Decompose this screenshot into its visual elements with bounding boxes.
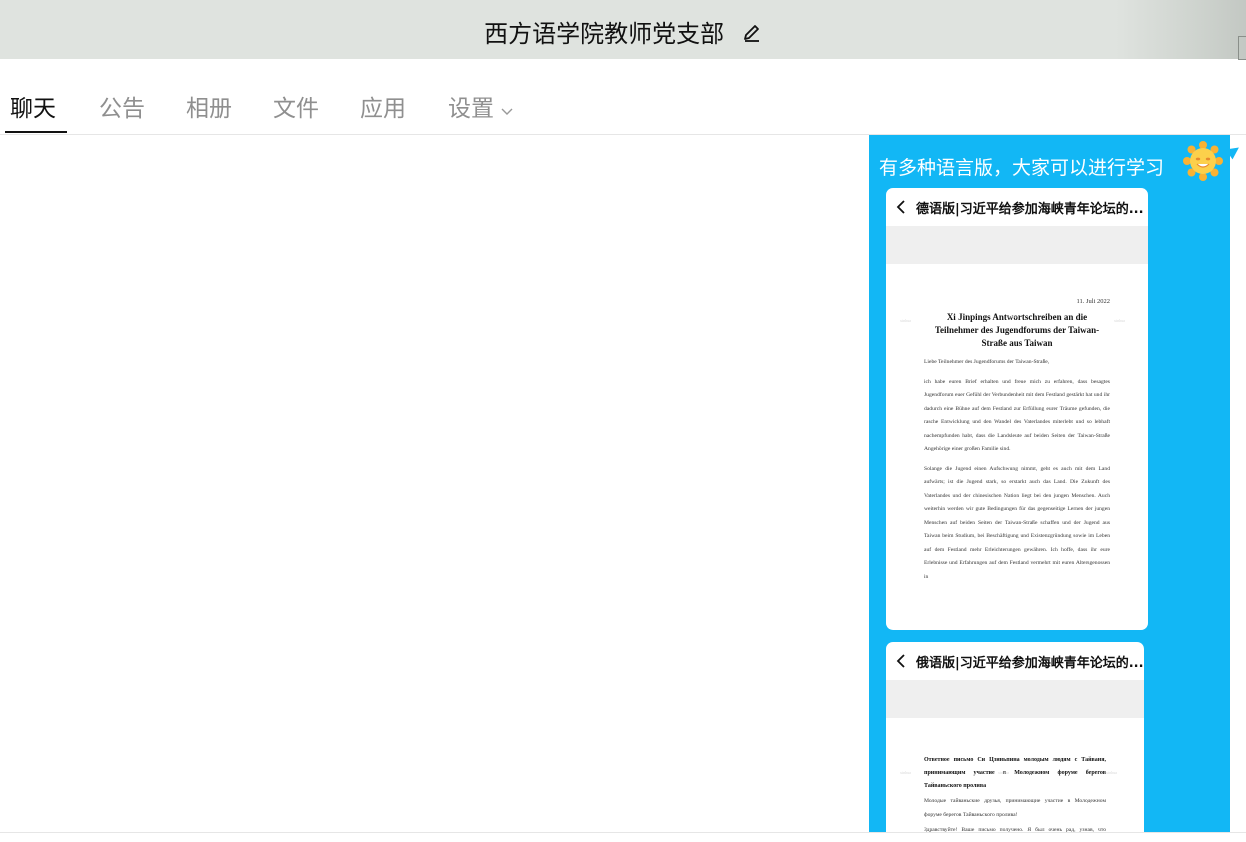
edit-pencil-icon[interactable] xyxy=(742,21,762,49)
watermark: xinhua xyxy=(1114,318,1125,323)
group-title: 西方语学院教师党支部 xyxy=(484,20,725,48)
sun-emoji-icon xyxy=(1183,141,1223,181)
group-title-row: 西方语学院教师党支部 xyxy=(0,14,1246,49)
shared-article-card-german[interactable]: 德语版|习近平给参加海峡青年论坛的... xinhua xinhua xinhu… xyxy=(886,188,1148,630)
tab-settings-label: 设置 xyxy=(448,96,494,122)
watermark: xinhua xyxy=(900,770,911,775)
window-titlebar: 西方语学院教师党支部 xyxy=(0,0,1246,60)
watermark: xinhua xyxy=(1106,770,1117,775)
input-divider xyxy=(0,832,1246,833)
article-paragraph: Solange die Jugend einen Aufschwung nimm… xyxy=(924,465,1110,580)
card-title: 德语版|习近平给参加海峡青年论坛的... xyxy=(916,202,1144,217)
tab-announcement[interactable]: 公告 xyxy=(99,89,145,123)
message-bubble[interactable]: 有多种语言版，大家可以进行学习 德语版|习近平给参加海峡青年论坛的... xin… xyxy=(869,135,1230,832)
active-tab-indicator xyxy=(5,131,67,133)
shared-article-card-russian[interactable]: 俄语版|习近平给参加海峡青年论坛的... xinhua xinhua xinhu… xyxy=(886,642,1144,832)
back-arrow-icon xyxy=(896,199,906,218)
article-paragraph: Молодые тайваньские друзья, принимающие … xyxy=(924,798,1106,818)
tab-settings[interactable]: 设置 xyxy=(448,89,514,123)
card-header: 俄语版|习近平给参加海峡青年论坛的... xyxy=(886,642,1144,680)
tab-bar: 聊天 公告 相册 文件 应用 设置 xyxy=(0,59,1246,135)
chevron-down-icon xyxy=(500,97,514,123)
article-heading: Ответное письмо Си Цзиньпина молодым люд… xyxy=(924,757,1106,789)
card-title: 俄语版|习近平给参加海峡青年论坛的... xyxy=(916,656,1144,671)
card-header: 德语版|习近平给参加海峡青年论坛的... xyxy=(886,188,1148,226)
watermark: xinhua xyxy=(900,318,911,323)
article-preview: xinhua xinhua xinhua Ответное письмо Си … xyxy=(886,754,1144,832)
tab-chat[interactable]: 聊天 xyxy=(10,89,56,123)
article-date: 11. Juli 2022 xyxy=(1076,298,1110,305)
article-preview: xinhua xinhua xinhua 11. Juli 2022 Xi Ji… xyxy=(886,298,1148,584)
article-paragraph: Liebe Teilnehmer des Jugendforums der Ta… xyxy=(924,359,1050,365)
back-arrow-icon xyxy=(896,653,906,672)
tab-files[interactable]: 文件 xyxy=(273,89,319,123)
article-paragraph: Здравствуйте! Ваше письмо получено. Я бы… xyxy=(924,827,1106,832)
tab-album[interactable]: 相册 xyxy=(186,89,232,123)
article-paragraph: ich habe euren Brief erhalten und freue … xyxy=(924,378,1110,453)
message-text: 有多种语言版，大家可以进行学习 xyxy=(879,157,1165,179)
watermark: xinhua xyxy=(998,770,1009,775)
card-gray-band xyxy=(886,226,1148,264)
card-gray-band xyxy=(886,680,1144,718)
watermark: xinhua xyxy=(1006,314,1017,319)
article-heading: Xi Jinpings Antwortschreiben an die Teil… xyxy=(934,312,1100,348)
chat-area[interactable]: 有多种语言版，大家可以进行学习 德语版|习近平给参加海峡青年论坛的... xin… xyxy=(0,135,1246,832)
tab-apps[interactable]: 应用 xyxy=(360,89,406,123)
